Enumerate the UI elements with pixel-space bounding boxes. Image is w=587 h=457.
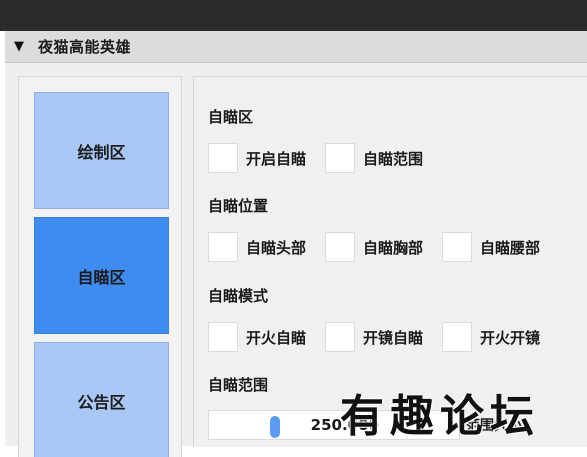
checkbox-fire-scope[interactable]: 开火开镜 [442, 322, 540, 352]
checkbox-aim-head[interactable]: 自瞄头部 [208, 232, 306, 262]
slider-thumb[interactable] [270, 416, 280, 438]
section-title-aim-position: 自瞄位置 [208, 197, 269, 215]
checkbox-box[interactable] [208, 232, 238, 262]
checkbox-box[interactable] [208, 143, 238, 173]
checkbox-label: 自瞄头部 [246, 238, 307, 257]
checkbox-scope-aim[interactable]: 开镜自瞄 [325, 322, 423, 352]
checkbox-enable-aim[interactable]: 开启自瞄 [208, 143, 306, 173]
checkbox-aim-range[interactable]: 自瞄范围 [325, 143, 423, 173]
section-title-aim-range: 自瞄范围 [208, 376, 269, 394]
checkbox-aim-chest[interactable]: 自瞄胸部 [325, 232, 423, 262]
checkbox-label: 开火开镜 [480, 328, 541, 347]
checkbox-box[interactable] [325, 232, 355, 262]
checkbox-box[interactable] [442, 232, 472, 262]
section-title-aim-mode: 自瞄模式 [208, 287, 269, 305]
checkbox-fire-aim[interactable]: 开火自瞄 [208, 322, 306, 352]
forum-watermark: 有趣论坛 [340, 391, 540, 442]
checkbox-box[interactable] [325, 143, 355, 173]
nav-button-aim[interactable]: 自瞄区 [34, 217, 169, 334]
checkbox-box[interactable] [442, 322, 472, 352]
window-titlebar[interactable]: ▼ 夜猫高能英雄 [5, 31, 587, 63]
section-title-aim: 自瞄区 [208, 108, 254, 126]
checkbox-label: 开火自瞄 [246, 328, 307, 347]
checkbox-box[interactable] [325, 322, 355, 352]
window-title: 夜猫高能英雄 [38, 38, 132, 56]
checkbox-aim-waist[interactable]: 自瞄腰部 [442, 232, 540, 262]
checkbox-label: 自瞄腰部 [480, 238, 541, 257]
checkbox-label: 开启自瞄 [246, 149, 307, 168]
collapse-triangle-icon[interactable]: ▼ [14, 40, 28, 53]
checkbox-label: 开镜自瞄 [363, 328, 424, 347]
checkbox-box[interactable] [208, 322, 238, 352]
top-bar [0, 0, 587, 31]
checkbox-label: 自瞄范围 [363, 149, 424, 168]
nav-panel: 绘制区 自瞄区 公告区 [18, 76, 182, 457]
checkbox-label: 自瞄胸部 [363, 238, 424, 257]
nav-button-draw[interactable]: 绘制区 [34, 92, 169, 209]
nav-button-notice[interactable]: 公告区 [34, 342, 169, 457]
